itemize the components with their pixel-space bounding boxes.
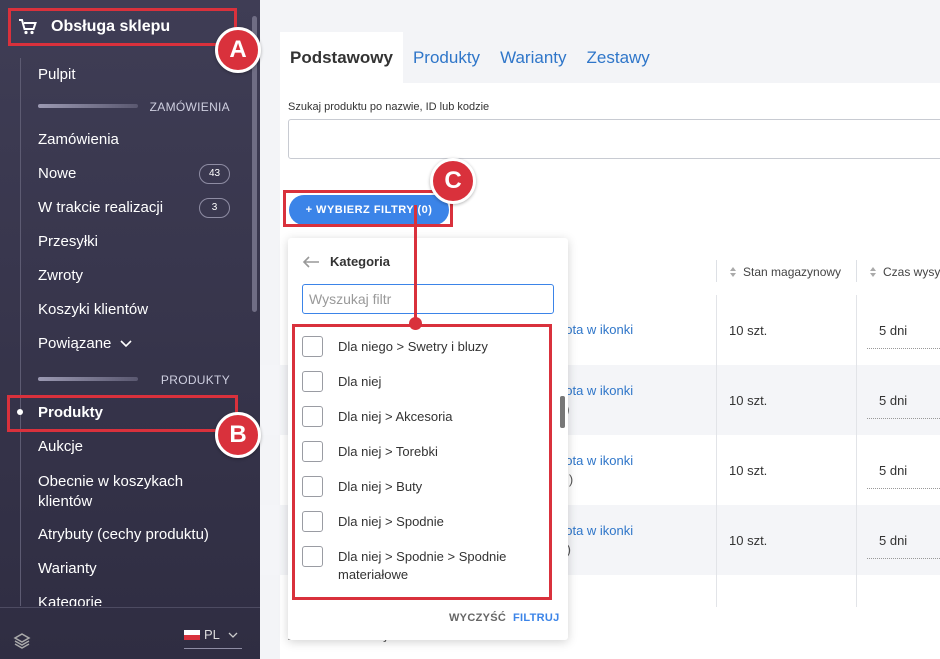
shop-service-header[interactable]: Obsługa sklepu	[8, 8, 237, 46]
sidebar-item-returns[interactable]: Zwroty	[38, 267, 83, 284]
sidebar-item-new[interactable]: Nowe	[38, 165, 76, 182]
stock-value: 10 szt.	[729, 323, 768, 338]
tab-basic[interactable]: Podstawowy	[280, 32, 403, 83]
chevron-down-icon	[228, 632, 238, 638]
sidebar: Obsługa sklepu Pulpit ZAMÓWIENIA Zamówie…	[0, 0, 260, 659]
shipping-value[interactable]: 5 dni	[879, 393, 907, 408]
tab-variants[interactable]: Warianty	[490, 32, 576, 83]
dropdown-scrollbar[interactable]	[560, 396, 565, 428]
section-bar	[38, 377, 138, 381]
product-name[interactable]: pota w ikonki	[558, 523, 633, 538]
shipping-value[interactable]: 5 dni	[879, 533, 907, 548]
product-name[interactable]: pota w ikonki	[558, 322, 633, 337]
highlight-options	[292, 324, 552, 600]
shop-service-title: Obsługa sklepu	[51, 18, 171, 35]
sidebar-item-in-progress[interactable]: W trakcie realizacji	[38, 199, 163, 216]
sort-icon	[870, 267, 876, 277]
header-stock[interactable]: Stan magazynowy	[729, 265, 841, 279]
section-orders: ZAMÓWIENIA	[149, 100, 230, 114]
chevron-down-icon	[120, 339, 132, 347]
sort-icon	[730, 267, 736, 277]
sidebar-item-in-carts[interactable]: Obecnie w koszykach klientów	[38, 472, 183, 512]
search-label: Szukaj produktu po nazwie, ID lub kodzie	[288, 101, 490, 113]
product-name[interactable]: pota w ikonki	[558, 383, 633, 398]
dotted-underline	[867, 348, 940, 349]
marker-b: B	[215, 412, 261, 458]
sidebar-item-attributes[interactable]: Atrybuty (cechy produktu)	[38, 526, 209, 543]
badge-in-progress: 3	[199, 198, 230, 218]
header-shipping-label: Czas wysył	[883, 265, 940, 279]
shipping-value[interactable]: 5 dni	[879, 463, 907, 478]
header-separator	[856, 260, 857, 282]
badge-new: 43	[199, 164, 230, 184]
tabs: Podstawowy Produkty Warianty Zestawy	[280, 32, 660, 83]
connector-line	[414, 205, 417, 325]
layers-icon[interactable]	[13, 632, 31, 650]
column-separator	[856, 295, 857, 607]
sidebar-item-variants[interactable]: Warianty	[38, 560, 97, 577]
sidebar-item-orders[interactable]: Zamówienia	[38, 131, 119, 148]
language-label: PL	[204, 627, 220, 642]
flag-icon	[184, 629, 200, 640]
search-input[interactable]	[288, 119, 940, 159]
marker-c: C	[430, 158, 476, 204]
sidebar-item-pulpit[interactable]: Pulpit	[38, 66, 76, 83]
marker-a: A	[215, 27, 261, 73]
sidebar-item-auctions[interactable]: Aukcje	[38, 438, 83, 455]
dotted-underline	[867, 418, 940, 419]
clear-button[interactable]: WYCZYŚĆ	[449, 612, 506, 624]
header-stock-label: Stan magazynowy	[743, 265, 842, 279]
in-carts-line2: klientów	[38, 493, 93, 510]
highlight-filter-button	[283, 190, 453, 227]
highlight-products	[7, 395, 238, 432]
shipping-value[interactable]: 5 dni	[879, 323, 907, 338]
dotted-underline	[867, 558, 940, 559]
tab-products[interactable]: Produkty	[403, 32, 490, 83]
sidebar-item-related[interactable]: Powiązane	[38, 335, 132, 352]
section-products: PRODUKTY	[160, 373, 230, 387]
cart-icon	[19, 19, 37, 35]
connector-dot	[409, 317, 422, 330]
sidebar-tree-line	[20, 58, 21, 606]
product-name[interactable]: pota w ikonki	[558, 453, 633, 468]
column-separator	[716, 295, 717, 607]
filter-search-input[interactable]: Wyszukaj filtr	[302, 284, 554, 314]
apply-filter-button[interactable]: FILTRUJ	[513, 612, 560, 624]
stock-value: 10 szt.	[729, 533, 768, 548]
section-bar	[38, 104, 138, 108]
dropdown-title: Kategoria	[330, 254, 390, 269]
in-carts-line1: Obecnie w koszykach	[38, 473, 184, 490]
dotted-underline	[867, 488, 940, 489]
stock-value: 10 szt.	[729, 393, 768, 408]
sidebar-item-shipments[interactable]: Przesyłki	[38, 233, 98, 250]
language-select[interactable]: PL	[184, 627, 242, 649]
header-separator	[716, 260, 717, 282]
header-shipping[interactable]: Czas wysył	[869, 265, 940, 279]
dropdown-header[interactable]: Kategoria	[302, 254, 390, 269]
arrow-left-icon[interactable]	[302, 255, 320, 268]
stock-value: 10 szt.	[729, 463, 768, 478]
sidebar-item-categories[interactable]: Kategorie	[38, 594, 102, 606]
sidebar-item-carts[interactable]: Koszyki klientów	[38, 301, 148, 318]
sidebar-item-related-label: Powiązane	[38, 335, 112, 352]
tab-sets[interactable]: Zestawy	[577, 32, 660, 83]
sidebar-footer: PL	[0, 607, 260, 659]
